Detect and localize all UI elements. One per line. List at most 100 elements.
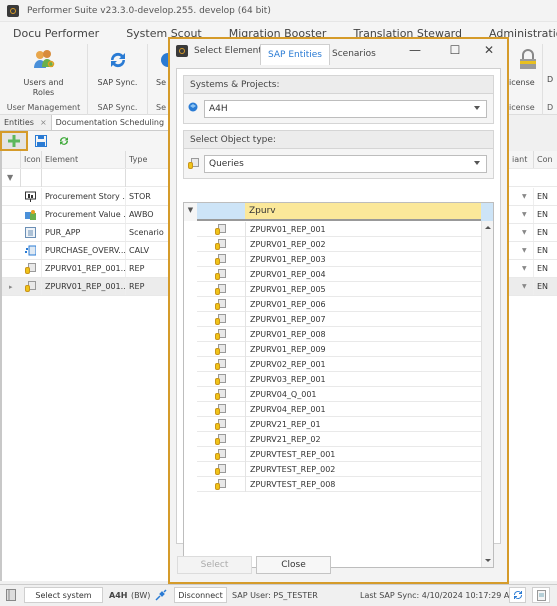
maximize-button[interactable]: ☐ [445,43,465,57]
grid-row[interactable]: Procurement Story ... STOR [2,188,170,206]
grid-row-right[interactable]: ▼ EN [509,242,557,260]
vertical-scrollbar[interactable] [481,221,493,567]
chevron-down-icon[interactable]: ▼ [519,224,527,241]
tab-entities[interactable]: Entities × [0,115,52,130]
cell-element: ZPURV01_REP_001... [41,260,125,277]
list-item[interactable]: ZPURV21_REP_01 [197,417,481,432]
list-item[interactable]: ZPURV01_REP_009 [197,342,481,357]
select-system-button[interactable]: Select system [24,587,103,603]
filter-cell-icon[interactable] [20,169,41,187]
filter-cell-type[interactable] [125,169,170,187]
cell-element: Procurement Story ... [41,188,125,205]
list-item[interactable]: ZPURV21_REP_02 [197,432,481,447]
list-item[interactable]: ZPURVTEST_REP_001 [197,447,481,462]
list-item[interactable]: ZPURV01_REP_003 [197,252,481,267]
list-item[interactable]: ZPURV01_REP_004 [197,267,481,282]
system-name: A4H [109,591,128,600]
grid-row[interactable]: Procurement Value ... AWBO [2,206,170,224]
column-header-icon[interactable]: Icon [20,151,41,168]
sync-button[interactable] [509,587,526,603]
list-item[interactable]: ZPURV01_REP_002 [197,237,481,252]
add-button[interactable] [0,131,28,151]
select-button[interactable]: Select [177,556,252,574]
grid-row-right[interactable]: ▼ EN [509,224,557,242]
filter-cell-icon[interactable] [197,203,245,221]
grid-row-right[interactable]: ▼ EN [509,206,557,224]
column-header-type[interactable]: Type [125,151,170,168]
menu-docu-performer[interactable]: Docu Performer [13,27,99,40]
list-item[interactable]: ZPURV04_Q_001 [197,387,481,402]
close-window-button[interactable]: ✕ [479,43,499,57]
list-item[interactable]: ZPURV01_REP_001 [197,222,481,237]
refresh-button[interactable] [54,132,74,150]
system-cube-icon [188,102,198,112]
minimize-button[interactable]: — [405,43,425,57]
filter-icon[interactable]: ▼ [4,169,13,186]
scroll-down-icon[interactable] [485,559,491,562]
list-item-label: ZPURV03_REP_001 [245,372,481,387]
query-icon [215,224,226,235]
tab-sap-entities[interactable]: SAP Entities [260,44,330,65]
list-item[interactable]: ZPURVTEST_REP_008 [197,477,481,492]
disconnect-button[interactable]: Disconnect [174,587,227,603]
column-header-element[interactable]: Element [41,151,125,168]
grid-row[interactable]: ZPURV01_REP_001... REP [2,260,170,278]
grid-row[interactable]: ▸ ZPURV01_REP_001... REP [2,278,170,296]
object-type-select[interactable]: Queries [204,155,487,173]
grid-row-right[interactable]: ▼ EN [509,278,557,296]
elements-list: ▼ Zpurv ZPURV01_REP_001 ZPURV01_REP_002 ZP… [183,202,494,568]
chevron-down-icon[interactable]: ▼ [519,242,527,259]
scroll-up-icon[interactable] [485,226,491,229]
workbook-icon [22,206,41,223]
close-icon[interactable]: × [40,118,47,127]
chevron-down-icon[interactable]: ▼ [519,278,527,295]
filter-input[interactable]: Zpurv [245,203,481,221]
close-button[interactable]: Close [256,556,331,574]
list-item-label: ZPURVTEST_REP_008 [245,477,481,492]
filter-cell-element[interactable] [41,169,125,187]
query-icon [215,464,226,475]
users-and-roles-button[interactable]: Users and Roles [0,44,87,98]
object-type-section: Queries [183,149,494,179]
save-button[interactable] [31,132,51,150]
query-icon [215,404,226,415]
list-item-label: ZPURV01_REP_001 [245,222,481,237]
list-item[interactable]: ZPURV01_REP_008 [197,327,481,342]
cell-type: Scenario [125,224,170,241]
list-item[interactable]: ZPURV01_REP_006 [197,297,481,312]
document-icon [536,589,546,601]
list-item[interactable]: ZPURVTEST_REP_002 [197,462,481,477]
chevron-down-icon[interactable]: ▼ [519,260,527,277]
chevron-down-icon[interactable]: ▼ [519,206,527,223]
tab-documentation-scheduling[interactable]: Documentation Scheduling × [51,115,182,130]
query-icon [22,260,41,277]
column-header-content-language[interactable]: Con [533,151,557,168]
license-button[interactable]: icense [509,44,542,88]
list-item[interactable]: ZPURV02_REP_001 [197,357,481,372]
grid-row-right[interactable]: ▼ EN [509,188,557,206]
save-icon [35,135,47,147]
add-icon [8,135,20,147]
database-icon [6,589,16,601]
column-header-variant[interactable]: iant [509,151,533,168]
chevron-down-icon[interactable]: ▼ [519,188,527,205]
system-select[interactable]: A4H [204,100,487,118]
ribbon-group-sap-sync: SAP Sync. SAP Sync. [88,44,148,115]
list-item-label: ZPURV02_REP_001 [245,357,481,372]
list-item[interactable]: ZPURV04_REP_001 [197,402,481,417]
story-icon [22,188,41,205]
grid-row-right[interactable]: ▼ EN [509,260,557,278]
sap-sync-button[interactable]: SAP Sync. [88,44,147,88]
grid-row[interactable]: PURCHASE_OVERV... CALV [2,242,170,260]
sync-icon [110,52,125,68]
list-item[interactable]: ZPURV01_REP_007 [197,312,481,327]
tab-scenarios[interactable]: Scenarios [332,49,376,59]
settings-button[interactable]: Se [148,44,170,88]
list-item[interactable]: ZPURV01_REP_005 [197,282,481,297]
log-button[interactable] [532,587,550,603]
license-icon [519,49,536,69]
list-item[interactable]: ZPURV03_REP_001 [197,372,481,387]
filter-icon[interactable]: ▼ [184,203,197,221]
row-indicator-icon: ▸ [9,282,13,291]
grid-row[interactable]: PUR_APP Scenario [2,224,170,242]
